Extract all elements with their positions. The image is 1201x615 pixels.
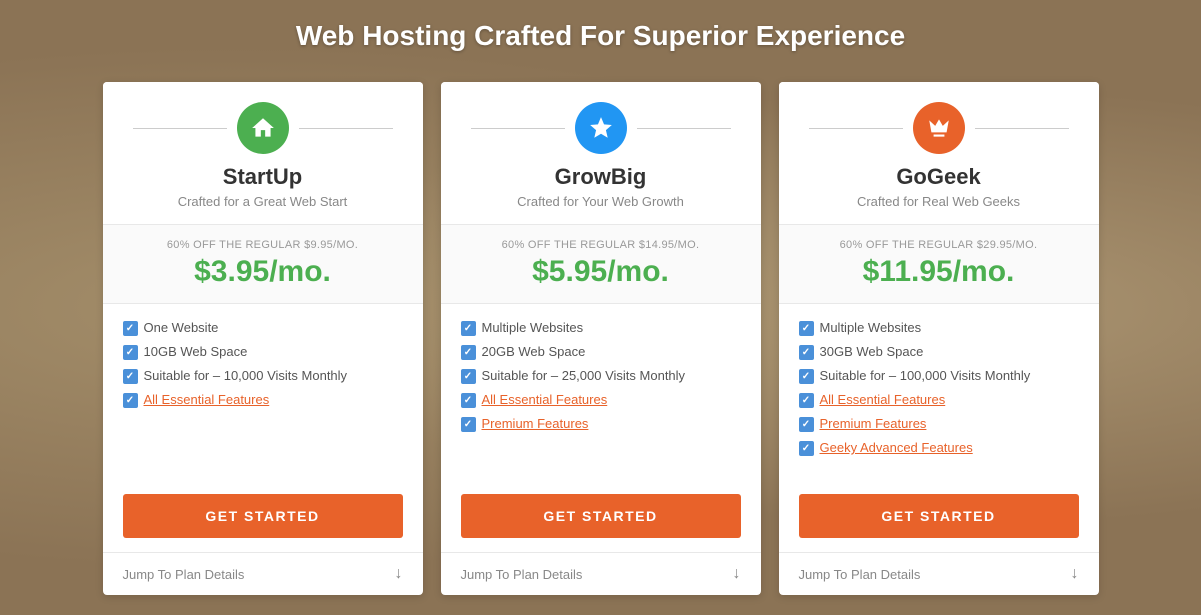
feature-text-gogeek-3[interactable]: All Essential Features bbox=[820, 392, 946, 407]
check-icon bbox=[461, 393, 476, 408]
plan-tagline-growbig: Crafted for Your Web Growth bbox=[461, 194, 741, 209]
feature-text-startup-1: 10GB Web Space bbox=[144, 344, 248, 359]
plan-pricing-gogeek: 60% OFF THE REGULAR $29.95/MO. $11.95/mo. bbox=[779, 225, 1099, 304]
plan-pricing-growbig: 60% OFF THE REGULAR $14.95/MO. $5.95/mo. bbox=[441, 225, 761, 304]
feature-text-startup-2: Suitable for – 10,000 Visits Monthly bbox=[144, 368, 348, 383]
feature-text-startup-0: One Website bbox=[144, 320, 219, 335]
list-item: 30GB Web Space bbox=[799, 344, 1079, 360]
check-icon bbox=[123, 393, 138, 408]
chevron-down-icon: ↓ bbox=[395, 565, 403, 583]
plan-discount-gogeek: 60% OFF THE REGULAR $29.95/MO. bbox=[799, 239, 1079, 251]
feature-text-growbig-1: 20GB Web Space bbox=[482, 344, 586, 359]
feature-text-growbig-4[interactable]: Premium Features bbox=[482, 416, 589, 431]
crown-icon bbox=[913, 102, 965, 154]
chevron-down-icon: ↓ bbox=[733, 565, 741, 583]
list-item: All Essential Features bbox=[461, 392, 741, 408]
feature-text-gogeek-0: Multiple Websites bbox=[820, 320, 922, 335]
plan-cta-growbig: GET STARTED bbox=[441, 480, 761, 552]
feature-text-growbig-2: Suitable for – 25,000 Visits Monthly bbox=[482, 368, 686, 383]
plan-discount-startup: 60% OFF THE REGULAR $9.95/MO. bbox=[123, 239, 403, 251]
list-item: Multiple Websites bbox=[799, 320, 1079, 336]
plan-price-startup: $3.95/mo. bbox=[123, 255, 403, 289]
plan-features-startup: One Website 10GB Web Space Suitable for – … bbox=[103, 304, 423, 480]
plan-card-startup: StartUp Crafted for a Great Web Start 60% … bbox=[103, 82, 423, 595]
check-icon bbox=[799, 321, 814, 336]
plan-name-startup: StartUp bbox=[123, 164, 403, 190]
plan-name-gogeek: GoGeek bbox=[799, 164, 1079, 190]
get-started-button-gogeek[interactable]: GET STARTED bbox=[799, 494, 1079, 538]
check-icon bbox=[799, 393, 814, 408]
list-item: All Essential Features bbox=[123, 392, 403, 408]
check-icon bbox=[799, 417, 814, 432]
plan-tagline-startup: Crafted for a Great Web Start bbox=[123, 194, 403, 209]
plans-container: StartUp Crafted for a Great Web Start 60% … bbox=[76, 82, 1126, 595]
check-icon bbox=[799, 369, 814, 384]
plan-discount-growbig: 60% OFF THE REGULAR $14.95/MO. bbox=[461, 239, 741, 251]
plan-footer-label-growbig: Jump To Plan Details bbox=[461, 567, 583, 582]
list-item: Multiple Websites bbox=[461, 320, 741, 336]
check-icon bbox=[461, 369, 476, 384]
list-item: 10GB Web Space bbox=[123, 344, 403, 360]
plan-footer-gogeek[interactable]: Jump To Plan Details ↓ bbox=[779, 552, 1099, 595]
list-item: Premium Features bbox=[461, 416, 741, 432]
plan-header-startup: StartUp Crafted for a Great Web Start bbox=[103, 82, 423, 225]
list-item: One Website bbox=[123, 320, 403, 336]
list-item: Geeky Advanced Features bbox=[799, 440, 1079, 456]
plan-card-gogeek: GoGeek Crafted for Real Web Geeks 60% OFF … bbox=[779, 82, 1099, 595]
get-started-button-startup[interactable]: GET STARTED bbox=[123, 494, 403, 538]
plan-price-gogeek: $11.95/mo. bbox=[799, 255, 1079, 289]
plan-tagline-gogeek: Crafted for Real Web Geeks bbox=[799, 194, 1079, 209]
plan-card-growbig: GrowBig Crafted for Your Web Growth 60% OF… bbox=[441, 82, 761, 595]
feature-text-gogeek-4[interactable]: Premium Features bbox=[820, 416, 927, 431]
list-item: Suitable for – 10,000 Visits Monthly bbox=[123, 368, 403, 384]
chevron-down-icon: ↓ bbox=[1071, 565, 1079, 583]
page-title: Web Hosting Crafted For Superior Experie… bbox=[296, 20, 905, 52]
check-icon bbox=[461, 345, 476, 360]
feature-text-startup-3[interactable]: All Essential Features bbox=[144, 392, 270, 407]
plan-footer-label-startup: Jump To Plan Details bbox=[123, 567, 245, 582]
feature-text-growbig-0: Multiple Websites bbox=[482, 320, 584, 335]
plan-header-gogeek: GoGeek Crafted for Real Web Geeks bbox=[779, 82, 1099, 225]
plan-footer-startup[interactable]: Jump To Plan Details ↓ bbox=[103, 552, 423, 595]
plan-header-growbig: GrowBig Crafted for Your Web Growth bbox=[441, 82, 761, 225]
plan-icon-wrapper-gogeek bbox=[799, 102, 1079, 154]
plan-name-growbig: GrowBig bbox=[461, 164, 741, 190]
feature-text-gogeek-1: 30GB Web Space bbox=[820, 344, 924, 359]
list-item: Suitable for – 100,000 Visits Monthly bbox=[799, 368, 1079, 384]
check-icon bbox=[461, 417, 476, 432]
plan-features-growbig: Multiple Websites 20GB Web Space Suitable … bbox=[441, 304, 761, 480]
list-item: Premium Features bbox=[799, 416, 1079, 432]
home-icon bbox=[237, 102, 289, 154]
star-icon bbox=[575, 102, 627, 154]
list-item: All Essential Features bbox=[799, 392, 1079, 408]
plan-features-gogeek: Multiple Websites 30GB Web Space Suitable … bbox=[779, 304, 1099, 480]
plan-cta-startup: GET STARTED bbox=[103, 480, 423, 552]
check-icon bbox=[461, 321, 476, 336]
list-item: Suitable for – 25,000 Visits Monthly bbox=[461, 368, 741, 384]
check-icon bbox=[123, 321, 138, 336]
check-icon bbox=[123, 345, 138, 360]
feature-text-gogeek-5[interactable]: Geeky Advanced Features bbox=[820, 440, 973, 455]
plan-icon-wrapper-startup bbox=[123, 102, 403, 154]
plan-icon-wrapper-growbig bbox=[461, 102, 741, 154]
plan-price-growbig: $5.95/mo. bbox=[461, 255, 741, 289]
check-icon bbox=[799, 345, 814, 360]
get-started-button-growbig[interactable]: GET STARTED bbox=[461, 494, 741, 538]
check-icon bbox=[799, 441, 814, 456]
feature-text-growbig-3[interactable]: All Essential Features bbox=[482, 392, 608, 407]
plan-pricing-startup: 60% OFF THE REGULAR $9.95/MO. $3.95/mo. bbox=[103, 225, 423, 304]
check-icon bbox=[123, 369, 138, 384]
list-item: 20GB Web Space bbox=[461, 344, 741, 360]
plan-footer-growbig[interactable]: Jump To Plan Details ↓ bbox=[441, 552, 761, 595]
plan-footer-label-gogeek: Jump To Plan Details bbox=[799, 567, 921, 582]
plan-cta-gogeek: GET STARTED bbox=[779, 480, 1099, 552]
feature-text-gogeek-2: Suitable for – 100,000 Visits Monthly bbox=[820, 368, 1031, 383]
